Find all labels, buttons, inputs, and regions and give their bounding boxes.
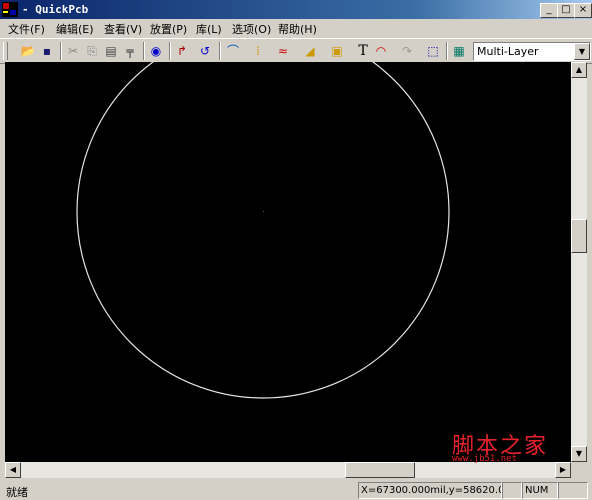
pad-icon[interactable]: ◉: [147, 42, 165, 60]
origin-marker: [263, 211, 264, 212]
copy-icon[interactable]: ⎘: [83, 42, 101, 60]
coordinates-readout: X=67300.000mil,y=58620.000m: [358, 482, 502, 499]
status-bar: 就绪 X=67300.000mil,y=58620.000m NUM: [0, 480, 592, 500]
title-bar[interactable]: - QuickPcb _ □ ×: [0, 0, 592, 19]
scroll-up-icon[interactable]: ▲: [571, 62, 587, 78]
horizontal-scroll-thumb[interactable]: [345, 462, 415, 478]
arc-center-icon[interactable]: ↺: [196, 42, 214, 60]
scroll-down-icon[interactable]: ▼: [571, 446, 587, 462]
menu-place[interactable]: 放置(P): [150, 21, 187, 37]
polygon-icon[interactable]: ≈: [274, 42, 292, 60]
pcb-canvas[interactable]: [5, 62, 571, 462]
redo-icon[interactable]: ↷: [398, 42, 416, 60]
main-toolbar: 📂 ▪ ✂ ⎘ ▤ ╤ ◉ ↱ ↺ ⌒ ⁞ ≈ ◢ ▣ T ◠ ↷ ⬚ ▦ Mu…: [0, 38, 592, 64]
menu-file[interactable]: 文件(F): [8, 21, 45, 37]
cut-icon[interactable]: ✂: [64, 42, 82, 60]
menu-edit[interactable]: 编辑(E): [56, 21, 94, 37]
menu-options[interactable]: 选项(O): [232, 21, 271, 37]
status-ready: 就绪: [6, 486, 28, 499]
window-title: - QuickPcb: [22, 3, 89, 16]
scroll-right-icon[interactable]: ▶: [555, 462, 571, 478]
toolbar-grip[interactable]: [3, 42, 8, 60]
circle-shape[interactable]: [76, 62, 450, 399]
select-area-icon[interactable]: ⬚: [424, 42, 442, 60]
rectangle-fill-icon[interactable]: ▣: [328, 42, 346, 60]
scroll-left-icon[interactable]: ◀: [5, 462, 21, 478]
minimize-button[interactable]: _: [540, 3, 558, 18]
paste-icon[interactable]: ▤: [102, 42, 120, 60]
menu-bar: 文件(F) 编辑(E) 查看(V) 放置(P) 库(L) 选项(O) 帮助(H): [0, 19, 592, 37]
component-icon[interactable]: ▦: [450, 42, 468, 60]
fill-icon[interactable]: ⁞: [249, 42, 267, 60]
toolbar-separator: [219, 42, 221, 60]
num-lock-indicator: NUM: [522, 482, 558, 499]
pcb-drawing: [76, 62, 450, 399]
save-icon[interactable]: ▪: [38, 42, 56, 60]
chevron-down-icon[interactable]: ▼: [574, 43, 590, 60]
open-icon[interactable]: 📂: [19, 42, 37, 60]
horizontal-scrollbar[interactable]: ◀ ▶: [5, 462, 571, 478]
maximize-button[interactable]: □: [557, 3, 575, 18]
watermark-url: www.jb51.net: [452, 454, 518, 464]
layer-select[interactable]: Multi-Layer ▼: [473, 42, 591, 61]
menu-help[interactable]: 帮助(H): [278, 21, 317, 37]
toolbar-separator: [143, 42, 145, 60]
toolbar-separator: [60, 42, 62, 60]
toolbar-separator: [446, 42, 448, 60]
menu-library[interactable]: 库(L): [196, 21, 222, 37]
arc-icon[interactable]: ◠: [372, 42, 390, 60]
toolbar-separator: [169, 42, 171, 60]
close-button[interactable]: ×: [574, 3, 592, 18]
arc-edge-icon[interactable]: ⌒: [224, 42, 242, 60]
text-icon[interactable]: T: [354, 42, 372, 60]
status-panel-blank: [502, 482, 522, 499]
ruler-icon[interactable]: ╤: [121, 42, 139, 60]
menu-view[interactable]: 查看(V): [104, 21, 142, 37]
vertical-scroll-thumb[interactable]: [571, 219, 587, 253]
vertical-scrollbar[interactable]: ▲ ▼: [571, 62, 587, 462]
corner-icon[interactable]: ◢: [301, 42, 319, 60]
quickpcb-window: - QuickPcb _ □ × 文件(F) 编辑(E) 查看(V) 放置(P)…: [0, 0, 592, 500]
status-panel-blank: [558, 482, 588, 499]
layer-select-value: Multi-Layer: [477, 45, 539, 58]
via-icon[interactable]: ↱: [173, 42, 191, 60]
app-icon[interactable]: [2, 2, 18, 17]
